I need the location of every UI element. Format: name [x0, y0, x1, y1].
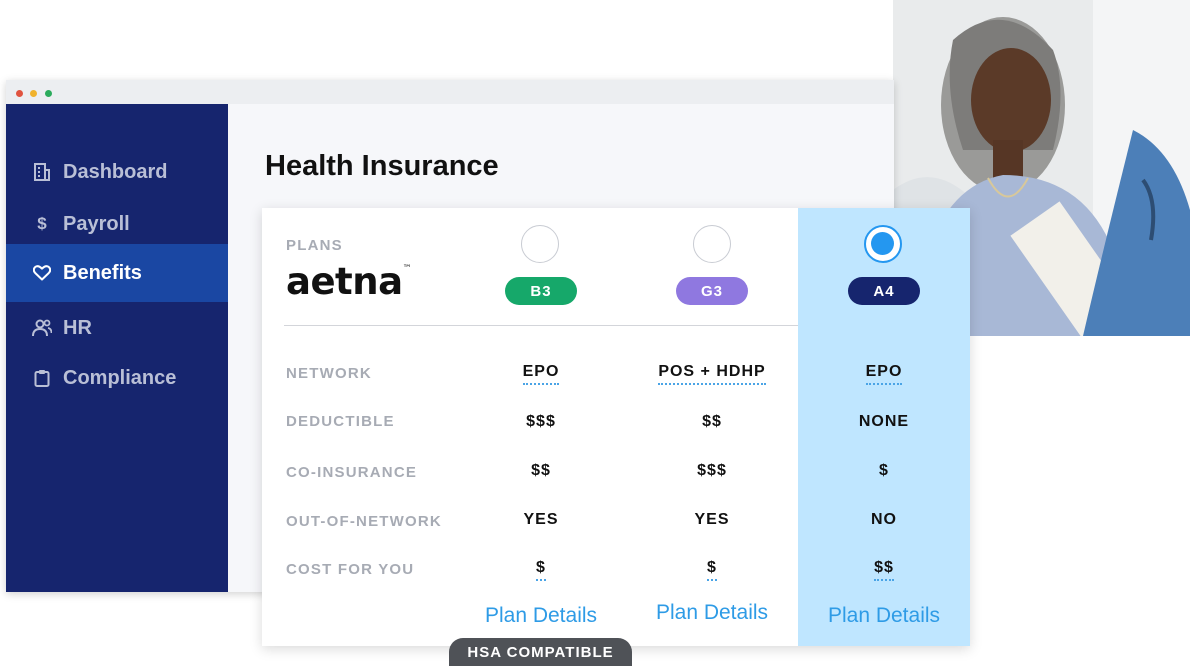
plan-a4-details-link[interactable]: Plan Details: [798, 604, 970, 628]
cost-a4[interactable]: $$: [814, 559, 954, 581]
sidebar-item-label: Dashboard: [63, 160, 168, 183]
network-g3[interactable]: POS + HDHP: [626, 363, 798, 385]
plan-b3-radio[interactable]: [521, 225, 559, 263]
aetna-logo: aetna™: [286, 260, 412, 303]
network-b3[interactable]: EPO: [471, 363, 611, 385]
sidebar-item-hr[interactable]: HR: [6, 300, 228, 356]
row-label-cost-for-you: COST FOR YOU: [286, 561, 415, 578]
plans-header-label: PLANS: [286, 237, 343, 254]
clipboard-icon: [31, 369, 53, 387]
plan-b3-badge: B3: [505, 277, 577, 305]
row-label-co-insurance: CO-INSURANCE: [286, 464, 418, 481]
cost-g3[interactable]: $: [642, 559, 782, 581]
plans-card: PLANS aetna™ B3 G3 A4 NETWORK DEDUCTIBLE…: [262, 208, 970, 646]
plan-g3-details-link[interactable]: Plan Details: [626, 601, 798, 625]
network-a4[interactable]: EPO: [814, 363, 954, 385]
window-titlebar: [6, 80, 894, 104]
building-icon: [31, 163, 53, 181]
deductible-a4: NONE: [858, 413, 910, 430]
close-window-dot[interactable]: [16, 90, 23, 97]
sidebar-item-label: HR: [63, 316, 92, 339]
dollar-icon: $: [37, 214, 47, 233]
maximize-window-dot[interactable]: [45, 90, 52, 97]
header-divider: [284, 325, 798, 326]
coinsurance-b3: $$: [531, 462, 551, 479]
plan-g3-badge: G3: [676, 277, 748, 305]
sidebar: Dashboard $ Payroll Benefits HR Complian…: [6, 104, 228, 592]
row-label-network: NETWORK: [286, 365, 372, 382]
row-label-deductible: DEDUCTIBLE: [286, 413, 395, 430]
plan-a4-badge: A4: [848, 277, 920, 305]
people-icon: [31, 319, 53, 337]
coinsurance-g3: $$$: [697, 462, 727, 479]
deductible-b3: $$$: [526, 413, 556, 430]
sidebar-item-benefits[interactable]: Benefits: [6, 244, 228, 302]
page-title: Health Insurance: [265, 150, 499, 182]
sidebar-item-label: Compliance: [63, 366, 177, 389]
sidebar-item-compliance[interactable]: Compliance: [6, 350, 228, 406]
sidebar-item-label: Payroll: [63, 212, 130, 235]
out-of-network-g3: YES: [694, 511, 730, 528]
minimize-window-dot[interactable]: [30, 90, 37, 97]
plan-a4-radio[interactable]: [864, 225, 902, 263]
sidebar-item-label: Benefits: [63, 261, 142, 284]
plan-b3-details-link[interactable]: Plan Details: [455, 604, 627, 628]
out-of-network-b3: YES: [523, 511, 559, 528]
out-of-network-a4: NO: [871, 511, 897, 528]
row-label-out-of-network: OUT-OF-NETWORK: [286, 513, 442, 530]
coinsurance-a4: $: [879, 462, 889, 479]
sidebar-item-dashboard[interactable]: Dashboard: [6, 144, 228, 200]
heart-icon: [31, 265, 53, 281]
hsa-compatible-badge: HSA COMPATIBLE: [449, 638, 632, 666]
deductible-g3: $$: [702, 413, 722, 430]
cost-b3[interactable]: $: [471, 559, 611, 581]
plan-g3-radio[interactable]: [693, 225, 731, 263]
